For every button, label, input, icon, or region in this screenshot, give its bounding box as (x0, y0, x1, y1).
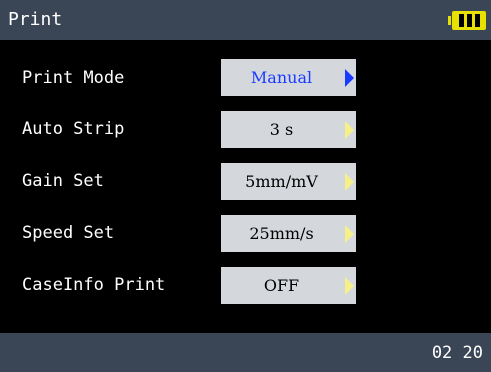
page-title: Print (8, 9, 63, 30)
speed-set-value: 25mm/s (249, 224, 314, 243)
caseinfo-print-label: CaseInfo Print (22, 275, 166, 295)
arrow-right-icon (345, 69, 354, 87)
arrow-right-icon (345, 277, 354, 295)
speed-set-button[interactable]: 25mm/s (221, 215, 356, 252)
title-bar: Print (0, 0, 491, 40)
speed-set-label: Speed Set (22, 223, 115, 243)
gain-set-button[interactable]: 5mm/mV (221, 163, 356, 200)
print-screen: Print Print Mode Manual Auto Strip 3 s G… (0, 0, 491, 372)
arrow-right-icon (345, 173, 354, 191)
gain-set-label: Gain Set (22, 171, 104, 191)
auto-strip-button[interactable]: 3 s (221, 111, 356, 148)
caseinfo-print-button[interactable]: OFF (221, 267, 356, 304)
clock: 02 20 (431, 343, 483, 363)
auto-strip-label: Auto Strip (22, 119, 125, 139)
arrow-right-icon (345, 225, 354, 243)
arrow-right-icon (345, 121, 354, 139)
gain-set-value: 5mm/mV (245, 172, 318, 191)
caseinfo-print-value: OFF (263, 276, 300, 295)
battery-icon (448, 11, 486, 30)
status-bar: 02 20 (0, 333, 491, 372)
auto-strip-value: 3 s (269, 120, 294, 139)
print-mode-label: Print Mode (22, 68, 125, 88)
print-mode-value: Manual (250, 68, 313, 87)
print-mode-button[interactable]: Manual (221, 59, 356, 96)
